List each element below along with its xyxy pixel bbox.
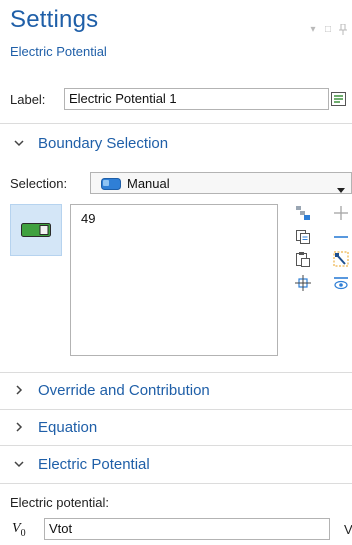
remove-from-selection-button[interactable] xyxy=(332,228,350,246)
pin-icon[interactable] xyxy=(338,23,348,38)
divider xyxy=(0,445,352,446)
chevron-down-icon xyxy=(12,139,26,147)
clear-selection-icon xyxy=(333,251,349,267)
section-title: Electric Potential xyxy=(38,455,150,473)
toggle-icon xyxy=(21,223,51,237)
minimize-icon[interactable]: ▾ xyxy=(308,24,318,38)
window-controls: ▾ □ xyxy=(308,23,348,38)
active-toggle-button[interactable] xyxy=(10,204,62,256)
chevron-right-icon xyxy=(12,385,26,395)
section-override-contribution[interactable]: Override and Contribution xyxy=(0,373,352,407)
section-equation[interactable]: Equation xyxy=(0,410,352,444)
section-title: Override and Contribution xyxy=(38,381,210,399)
copy-icon xyxy=(296,230,310,244)
panel-title: Settings xyxy=(10,6,99,33)
label-row: Label: Electric Potential 1 xyxy=(10,88,350,110)
section-boundary-selection[interactable]: Boundary Selection xyxy=(0,126,352,160)
divider xyxy=(0,483,352,484)
zoom-to-selection-button[interactable] xyxy=(294,274,312,292)
electric-potential-input[interactable]: Vtot xyxy=(44,518,330,540)
maximize-icon[interactable]: □ xyxy=(323,24,333,38)
list-item[interactable]: 49 xyxy=(81,211,95,226)
section-title: Equation xyxy=(38,418,98,436)
copy-button[interactable] xyxy=(294,228,312,246)
electric-potential-label: Electric potential: xyxy=(10,495,109,510)
v0-symbol-subscript: 0 xyxy=(20,527,26,539)
show-selection-button[interactable] xyxy=(332,274,350,292)
paste-button[interactable] xyxy=(294,250,312,268)
selection-dropdown[interactable]: Manual xyxy=(90,172,352,194)
add-to-selection-icon xyxy=(334,206,348,220)
paste-icon xyxy=(296,252,310,267)
label-caption: Label: xyxy=(10,91,46,107)
add-to-selection-button[interactable] xyxy=(332,204,350,222)
panel-subtitle: Electric Potential xyxy=(10,44,107,59)
divider xyxy=(0,123,352,124)
selection-label: Selection: xyxy=(10,176,68,191)
remove-from-selection-icon xyxy=(334,236,348,238)
edit-label-icon xyxy=(331,92,346,106)
section-electric-potential[interactable]: Electric Potential xyxy=(0,447,352,481)
manual-selection-icon xyxy=(101,177,121,194)
label-input[interactable]: Electric Potential 1 xyxy=(64,88,329,110)
v0-symbol: V0 xyxy=(12,521,26,539)
selection-row: Selection: Manual xyxy=(10,172,352,196)
dropdown-arrow-icon xyxy=(337,181,345,196)
unit-label: V xyxy=(344,522,352,537)
clear-selection-button[interactable] xyxy=(332,250,350,268)
selection-list[interactable]: 49 xyxy=(70,204,278,356)
selection-value: Manual xyxy=(127,176,170,191)
section-title: Boundary Selection xyxy=(38,134,169,152)
zoom-to-selection-icon xyxy=(295,275,311,291)
edit-label-button[interactable] xyxy=(328,88,350,110)
v0-symbol-letter: V xyxy=(12,521,21,536)
paste-selection-button[interactable] xyxy=(294,204,312,222)
paste-selection-icon xyxy=(296,206,310,220)
show-selection-icon xyxy=(334,277,348,290)
chevron-right-icon xyxy=(12,422,26,432)
chevron-down-icon xyxy=(12,460,26,468)
